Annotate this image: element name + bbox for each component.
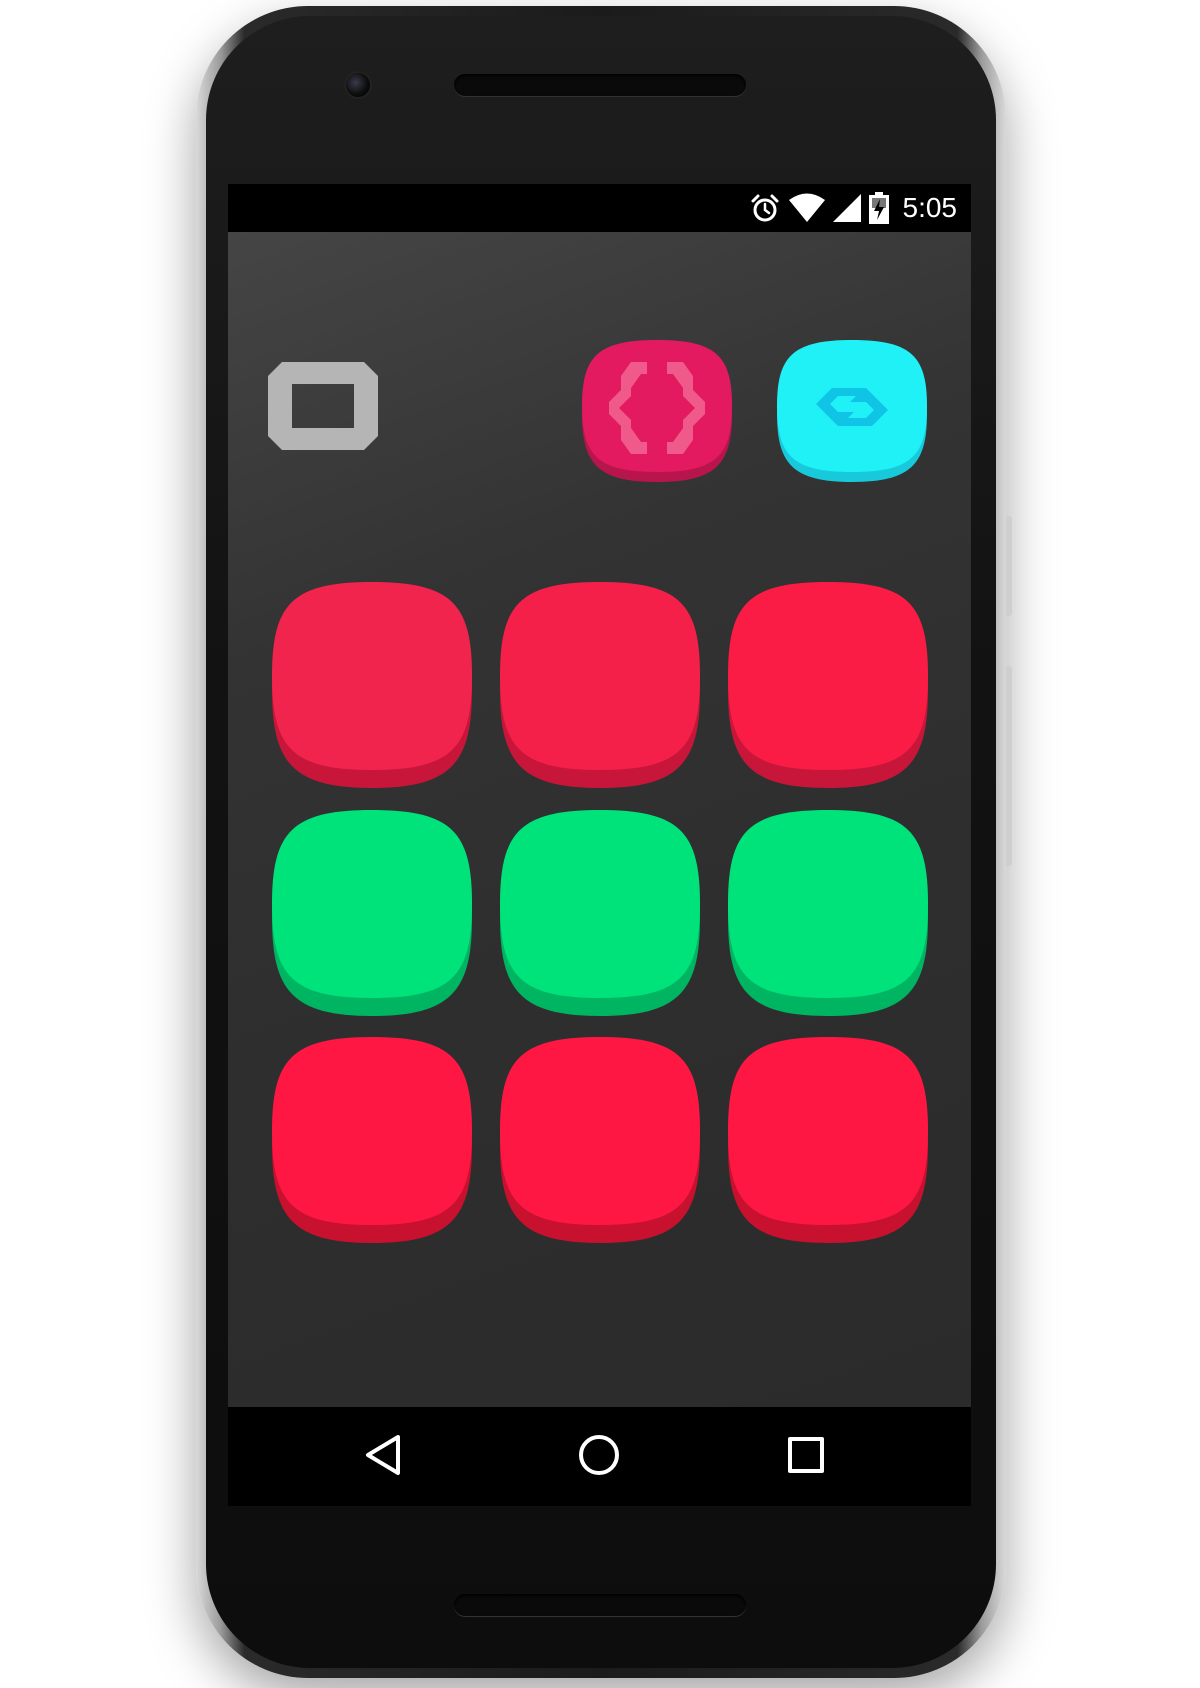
power-button [1006,516,1012,616]
status-icons: 5:05 [749,190,958,226]
wifi-icon [788,193,825,223]
front-camera [346,73,370,97]
status-clock: 5:05 [902,192,958,223]
bottom-speaker [454,1594,746,1616]
green-app-icon[interactable] [500,810,700,1016]
red-app-icon[interactable] [500,1037,700,1243]
red-app-icon[interactable] [728,582,928,788]
red-app-icon[interactable] [272,1037,472,1243]
home-screen [228,232,971,1407]
green-app-icon[interactable] [728,810,928,1016]
back-button[interactable] [358,1431,410,1483]
back-triangle-icon [364,1433,404,1482]
phone-screen: 5:05 [228,184,971,1506]
red-app-icon[interactable] [728,1037,928,1243]
status-bar: 5:05 [228,184,971,232]
battery-charging-icon [868,192,889,224]
red-app-icon[interactable] [500,582,700,788]
square-outline-icon[interactable] [268,362,378,450]
recents-button[interactable] [780,1431,832,1483]
earpiece-speaker [454,74,746,96]
cell-signal-icon [832,194,861,222]
volume-button [1006,666,1012,866]
link-chain-icon[interactable] [776,340,928,492]
green-app-icon[interactable] [272,810,472,1016]
alarm-icon [749,192,781,224]
code-braces-icon[interactable] [581,340,733,492]
red-app-icon[interactable] [272,582,472,788]
recents-square-icon [786,1435,826,1480]
home-circle-icon [577,1433,621,1482]
home-button[interactable] [573,1431,625,1483]
navigation-bar [228,1407,971,1506]
